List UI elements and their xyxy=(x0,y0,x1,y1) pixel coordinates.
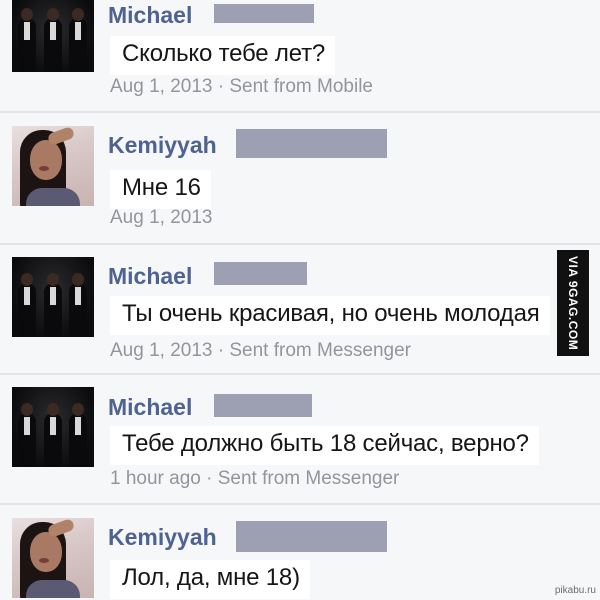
watermark-9gag: VIA 9GAG.COM xyxy=(557,250,589,356)
message-text: Мне 16 xyxy=(110,170,211,209)
redacted-surname xyxy=(214,262,307,285)
sender-avatar-michael[interactable] xyxy=(12,257,94,337)
source-watermark: pikabu.ru xyxy=(554,585,596,596)
sender-name[interactable]: Michael xyxy=(108,396,192,419)
sender-name[interactable]: Michael xyxy=(108,265,192,288)
sender-avatar-michael[interactable] xyxy=(12,0,94,72)
redacted-surname xyxy=(236,521,387,552)
redacted-surname xyxy=(236,129,387,158)
sender-avatar-kemiyyah[interactable] xyxy=(12,126,94,206)
sender-name[interactable]: Kemiyyah xyxy=(108,134,217,157)
sender-name[interactable]: Kemiyyah xyxy=(108,526,217,549)
message-meta: 1 hour ago · Sent from Messenger xyxy=(110,468,400,489)
message-text: Ты очень красивая, но очень молодая xyxy=(110,296,550,335)
message-meta: Aug 1, 2013 · Sent from Mobile xyxy=(110,76,373,97)
sender-avatar-kemiyyah[interactable] xyxy=(12,518,94,598)
message-text: Сколько тебе лет? xyxy=(110,36,336,75)
message-text: Лол, да, мне 18) xyxy=(110,560,310,599)
message-item: Kemiyyah Мне 16 Aug 1, 2013 xyxy=(0,113,600,243)
message-item: Kemiyyah Лол, да, мне 18) xyxy=(0,505,600,600)
message-item: Michael Ты очень красивая, но очень моло… xyxy=(0,245,600,373)
redacted-surname xyxy=(214,394,312,417)
redacted-surname xyxy=(214,4,314,23)
message-meta: Aug 1, 2013 xyxy=(110,207,213,228)
sender-avatar-michael[interactable] xyxy=(12,387,94,467)
message-item: Michael Тебе должно быть 18 сейчас, верн… xyxy=(0,375,600,503)
sender-name[interactable]: Michael xyxy=(108,4,192,27)
message-item: Michael Сколько тебе лет? Aug 1, 2013 · … xyxy=(0,0,600,110)
message-meta: Aug 1, 2013 · Sent from Messenger xyxy=(110,340,411,361)
message-text: Тебе должно быть 18 сейчас, верно? xyxy=(110,426,539,465)
